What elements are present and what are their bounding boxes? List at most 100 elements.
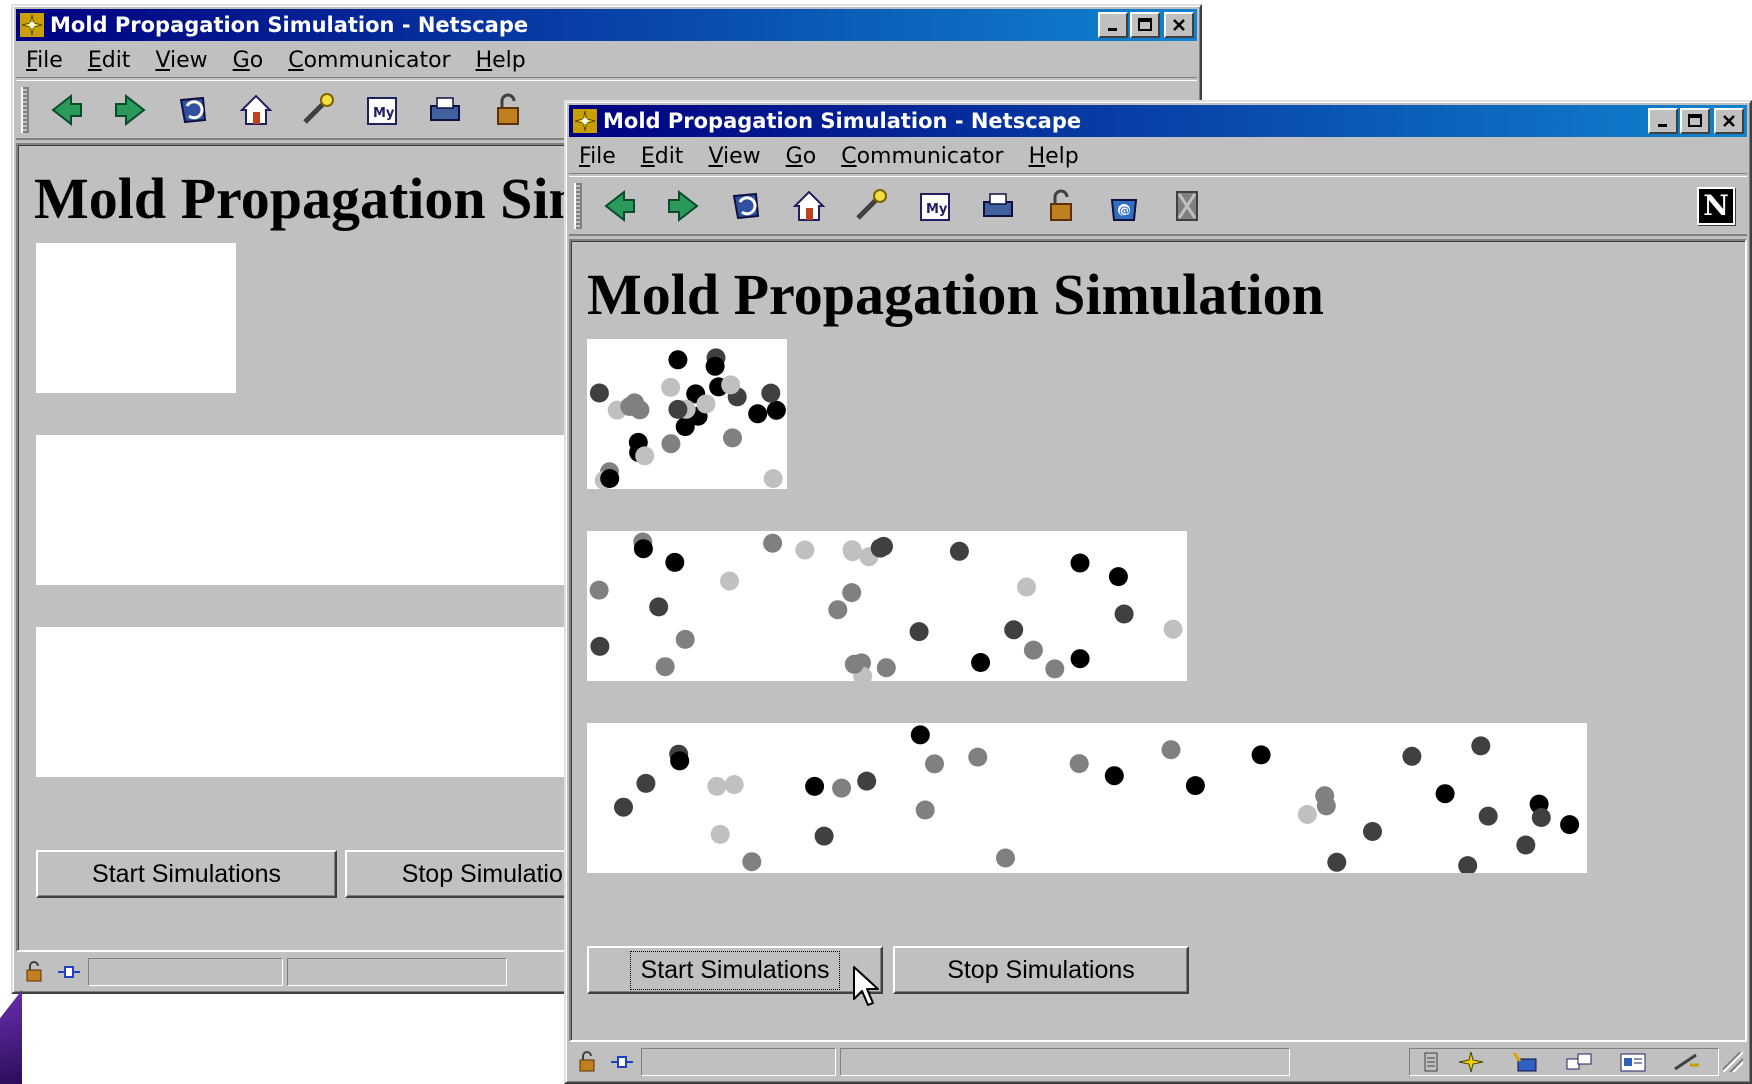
mold-spore xyxy=(724,775,744,795)
mold-spore xyxy=(1069,754,1089,774)
page-heading: Mold Propagation Simulation xyxy=(587,262,1324,327)
mold-spore xyxy=(670,751,690,771)
mold-spore xyxy=(968,747,988,767)
front-browser-window[interactable]: Mold Propagation Simulation - Netscape F… xyxy=(564,100,1752,1084)
mold-spore xyxy=(925,754,944,774)
print-icon[interactable] xyxy=(421,86,469,134)
security-lock-icon[interactable] xyxy=(573,1048,603,1076)
my-netscape-icon[interactable]: My xyxy=(911,182,959,230)
mold-spore xyxy=(1478,806,1498,826)
home-icon[interactable] xyxy=(785,182,833,230)
menu-help[interactable]: Help xyxy=(1029,144,1079,169)
mold-spore xyxy=(1458,856,1478,873)
menu-edit[interactable]: Edit xyxy=(641,144,684,169)
mold-spore xyxy=(1161,740,1181,760)
search-icon[interactable] xyxy=(295,86,343,134)
forward-icon[interactable] xyxy=(659,182,707,230)
maximize-button[interactable] xyxy=(1680,108,1710,134)
window-title: Mold Propagation Simulation - Netscape xyxy=(50,13,529,37)
mold-spore xyxy=(1163,619,1183,639)
security-icon[interactable] xyxy=(484,86,532,134)
mail-icon[interactable] xyxy=(1508,1050,1542,1074)
close-button[interactable] xyxy=(1714,108,1744,134)
mold-spore xyxy=(589,580,609,600)
mold-spore xyxy=(1402,746,1422,766)
simulation-canvas-medium xyxy=(36,435,636,585)
forward-icon[interactable] xyxy=(106,86,154,134)
shop-icon[interactable]: @ xyxy=(1100,182,1148,230)
mouse-cursor-icon xyxy=(853,966,879,1006)
menu-file[interactable]: File xyxy=(579,144,616,169)
mold-spore xyxy=(707,776,727,796)
mold-spore xyxy=(1363,822,1382,841)
menu-communicator[interactable]: Communicator xyxy=(841,144,1003,169)
menu-go[interactable]: Go xyxy=(233,48,264,73)
mold-spore xyxy=(761,383,781,403)
menu-communicator[interactable]: Communicator xyxy=(288,48,450,73)
minimize-button[interactable] xyxy=(1648,108,1678,134)
start-simulations-button[interactable]: Start Simulations xyxy=(587,946,883,994)
toolbar-grip[interactable] xyxy=(21,86,29,133)
navigator-icon[interactable] xyxy=(1454,1050,1488,1074)
my-netscape-icon[interactable]: My xyxy=(358,86,406,134)
mold-spore xyxy=(842,583,862,603)
reload-icon[interactable] xyxy=(722,182,770,230)
menu-help[interactable]: Help xyxy=(476,48,526,73)
home-icon[interactable] xyxy=(232,86,280,134)
mold-spore xyxy=(766,400,786,420)
mold-spore xyxy=(1327,852,1347,872)
mold-spore xyxy=(720,571,739,591)
menu-edit[interactable]: Edit xyxy=(88,48,131,73)
mold-spore xyxy=(1185,776,1205,796)
mold-spore xyxy=(1316,796,1336,816)
mold-spore xyxy=(742,852,762,872)
stop-icon[interactable] xyxy=(1163,182,1211,230)
back-icon[interactable] xyxy=(43,86,91,134)
tasks-icon[interactable] xyxy=(1670,1050,1704,1074)
minimize-button[interactable] xyxy=(1098,12,1128,38)
back-icon[interactable] xyxy=(596,182,644,230)
mold-spore xyxy=(876,658,896,678)
mold-spore xyxy=(668,350,688,370)
mold-spore xyxy=(1251,745,1271,765)
title-bar[interactable]: Mold Propagation Simulation - Netscape xyxy=(569,105,1747,137)
mold-spore xyxy=(675,629,695,649)
mold-spore xyxy=(842,540,862,560)
simulation-canvas-medium xyxy=(587,531,1187,681)
page-content: Mold Propagation Simulation Start Simula… xyxy=(569,239,1747,1042)
mold-spore xyxy=(614,797,633,817)
search-icon[interactable] xyxy=(848,182,896,230)
security-icon[interactable] xyxy=(1037,182,1085,230)
mold-spore xyxy=(1023,640,1043,660)
menu-view[interactable]: View xyxy=(708,144,760,169)
mold-spore xyxy=(1435,784,1455,804)
mold-spore-field-medium xyxy=(589,532,1183,681)
title-bar[interactable]: Mold Propagation Simulation - Netscape xyxy=(16,9,1197,41)
resize-grip[interactable] xyxy=(1723,1052,1743,1072)
discussions-icon[interactable] xyxy=(1562,1050,1596,1074)
start-simulations-button[interactable]: Start Simulations xyxy=(36,850,337,898)
mold-spore xyxy=(844,654,864,674)
component-bar-grip-icon[interactable] xyxy=(1424,1050,1438,1074)
simulation-canvas-large xyxy=(587,723,1587,873)
netscape-app-icon[interactable] xyxy=(19,12,45,38)
mold-spore xyxy=(721,375,741,395)
mold-spore xyxy=(625,393,645,413)
security-lock-icon[interactable] xyxy=(20,958,50,986)
netscape-logo[interactable]: N xyxy=(1697,186,1735,225)
close-button[interactable] xyxy=(1164,12,1194,38)
reload-icon[interactable] xyxy=(169,86,217,134)
composer-icon[interactable] xyxy=(1616,1050,1650,1074)
maximize-button[interactable] xyxy=(1130,12,1160,38)
menu-go[interactable]: Go xyxy=(786,144,817,169)
print-icon[interactable] xyxy=(974,182,1022,230)
toolbar-grip[interactable] xyxy=(574,182,582,229)
stop-simulations-button[interactable]: Stop Simulations xyxy=(893,946,1189,994)
mold-spore xyxy=(1108,567,1128,587)
netscape-app-icon[interactable] xyxy=(572,108,598,134)
status-message-field xyxy=(287,958,507,986)
menu-file[interactable]: File xyxy=(26,48,63,73)
svg-text:My: My xyxy=(926,202,948,217)
menu-view[interactable]: View xyxy=(155,48,207,73)
mold-spore xyxy=(590,636,610,656)
